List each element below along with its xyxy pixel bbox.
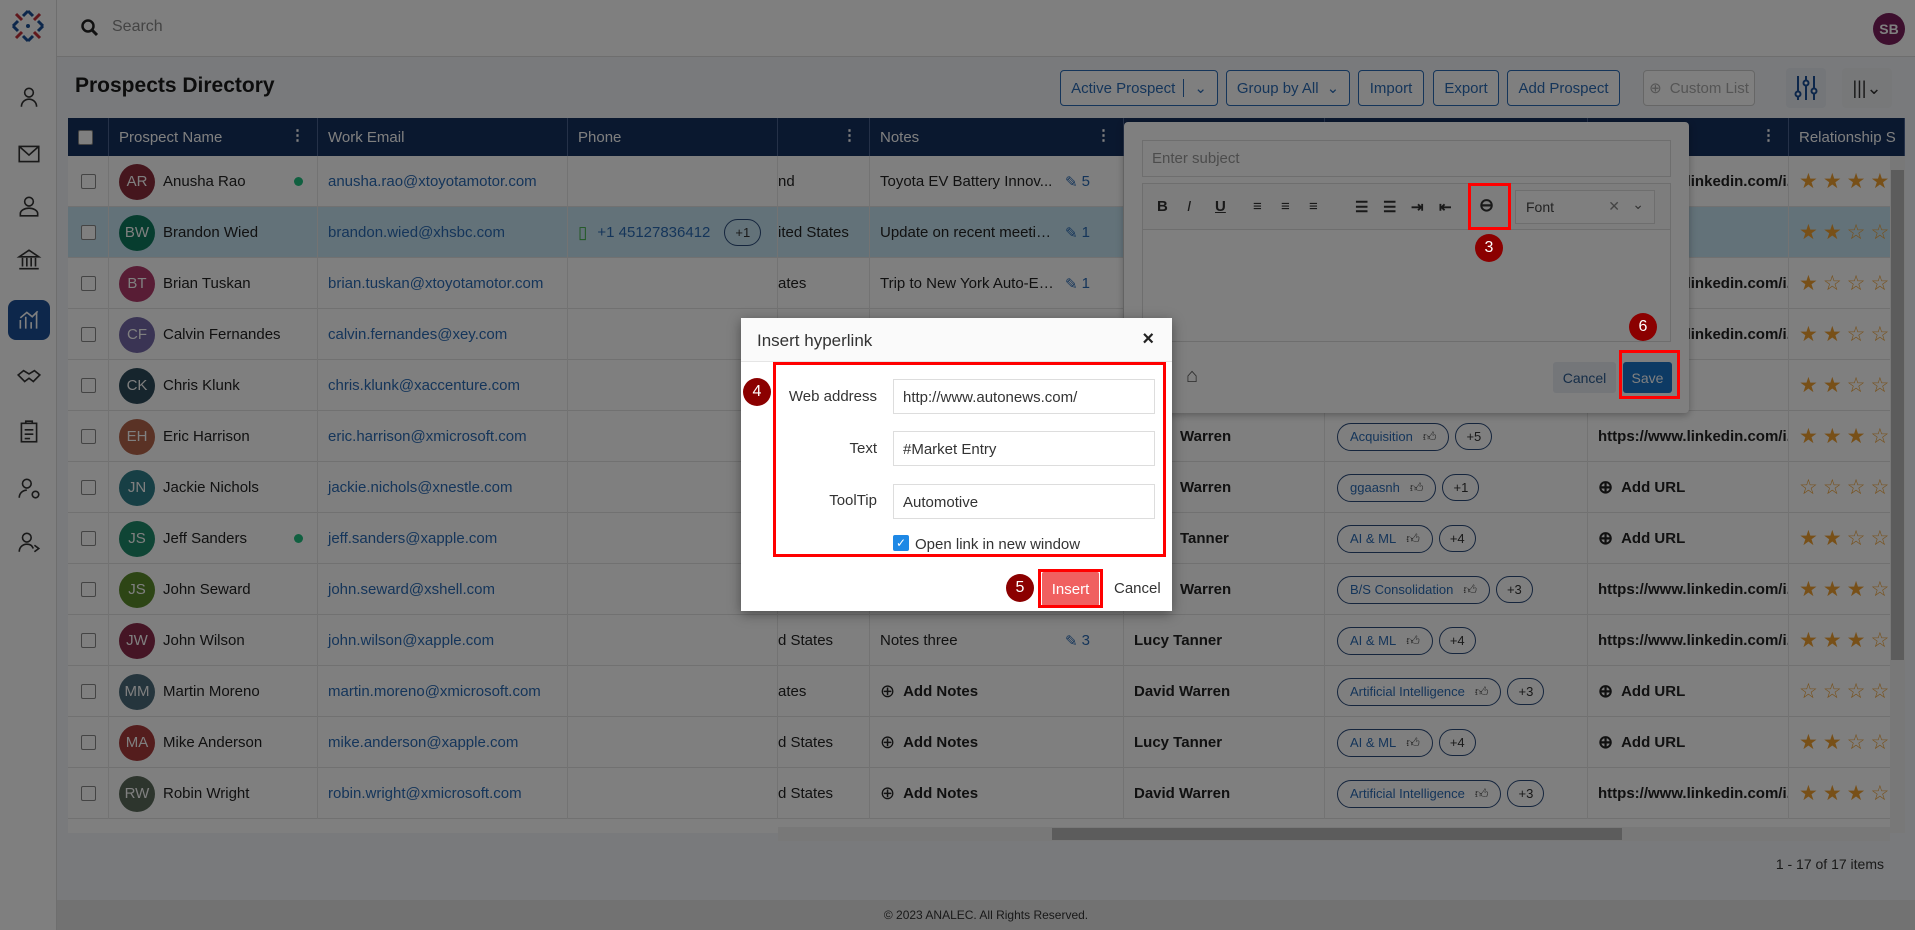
annotation-badge-5: 5	[1006, 574, 1034, 602]
annotation-box-link	[1468, 183, 1511, 230]
annotation-box-fields	[773, 362, 1166, 557]
close-icon[interactable]: ×	[1142, 328, 1154, 351]
annotation-box-insert	[1038, 569, 1103, 608]
dialog-cancel-button[interactable]: Cancel	[1114, 580, 1161, 597]
dialog-title: Insert hyperlink	[741, 318, 1172, 362]
annotation-box-save	[1619, 350, 1680, 399]
annotation-badge-6: 6	[1629, 313, 1657, 341]
annotation-badge-4: 4	[743, 378, 771, 406]
annotation-badge-3: 3	[1475, 234, 1503, 262]
